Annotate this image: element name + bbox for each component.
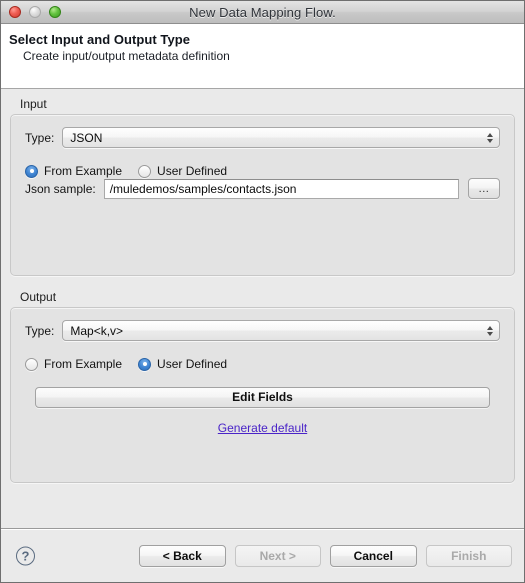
stepper-arrows-icon [487, 325, 493, 336]
output-type-combo[interactable]: Map<k,v> [62, 320, 500, 341]
output-group-label: Output [20, 290, 57, 304]
window-controls [9, 6, 61, 18]
input-type-combo[interactable]: JSON [62, 127, 500, 148]
minimize-button[interactable] [29, 6, 41, 18]
json-sample-input[interactable]: /muledemos/samples/contacts.json [103, 178, 459, 199]
window-title: New Data Mapping Flow. [189, 4, 336, 20]
dialog-body: Input Type: JSON From Example User Defin… [1, 89, 524, 528]
title-bar: New Data Mapping Flow. [1, 1, 524, 24]
wizard-header: Select Input and Output Type Create inpu… [1, 24, 524, 89]
output-radio-user-defined[interactable]: User Defined [138, 357, 227, 371]
zoom-button[interactable] [49, 6, 61, 18]
cancel-button[interactable]: Cancel [330, 544, 417, 567]
edit-fields-button[interactable]: Edit Fields [35, 387, 490, 408]
input-source-radio-group: From Example User Defined [25, 164, 500, 178]
json-sample-label: Json sample: [25, 181, 96, 196]
generate-default-row: Generate default [25, 419, 500, 437]
input-radio-from-example-label: From Example [44, 164, 123, 178]
input-type-row: Type: JSON [25, 127, 500, 148]
output-group-box: Type: Map<k,v> From Example User Defined… [10, 307, 515, 483]
back-button[interactable]: < Back [139, 544, 226, 567]
browse-button[interactable]: ... [468, 178, 500, 199]
page-subtitle: Create input/output metadata definition [23, 49, 230, 63]
stepper-arrows-icon [487, 132, 493, 143]
radio-selected-icon[interactable] [138, 357, 152, 371]
page-title: Select Input and Output Type [9, 32, 190, 47]
finish-button: Finish [425, 544, 512, 567]
input-radio-user-defined[interactable]: User Defined [138, 164, 227, 178]
output-radio-from-example-label: From Example [44, 357, 123, 371]
output-type-value: Map<k,v> [70, 323, 124, 338]
help-icon[interactable]: ? [16, 546, 35, 565]
output-type-label: Type: [25, 323, 55, 338]
output-radio-user-defined-label: User Defined [157, 357, 228, 371]
radio-unselected-icon[interactable] [138, 164, 152, 178]
output-type-row: Type: Map<k,v> [25, 320, 500, 341]
input-radio-user-defined-label: User Defined [157, 164, 228, 178]
dialog-footer: ? < Back Next > Cancel Finish [1, 528, 524, 582]
output-radio-from-example[interactable]: From Example [25, 357, 122, 371]
input-group-box: Type: JSON From Example User Defined Jso… [10, 114, 515, 276]
input-group: Input Type: JSON From Example User Defin… [10, 97, 515, 276]
json-sample-row: Json sample: /muledemos/samples/contacts… [25, 178, 500, 199]
input-type-value: JSON [70, 130, 103, 145]
input-radio-from-example[interactable]: From Example [25, 164, 122, 178]
next-button: Next > [234, 544, 321, 567]
generate-default-link[interactable]: Generate default [218, 421, 307, 435]
radio-selected-icon[interactable] [25, 164, 38, 178]
input-type-label: Type: [25, 130, 55, 145]
footer-button-bar: < Back Next > Cancel Finish [139, 544, 512, 567]
close-button[interactable] [9, 6, 21, 18]
radio-unselected-icon[interactable] [25, 357, 38, 371]
dialog-window: New Data Mapping Flow. Select Input and … [0, 0, 525, 583]
output-source-radio-group: From Example User Defined [25, 357, 500, 371]
input-group-label: Input [20, 97, 47, 111]
output-group: Output Type: Map<k,v> From Example User … [10, 290, 515, 483]
